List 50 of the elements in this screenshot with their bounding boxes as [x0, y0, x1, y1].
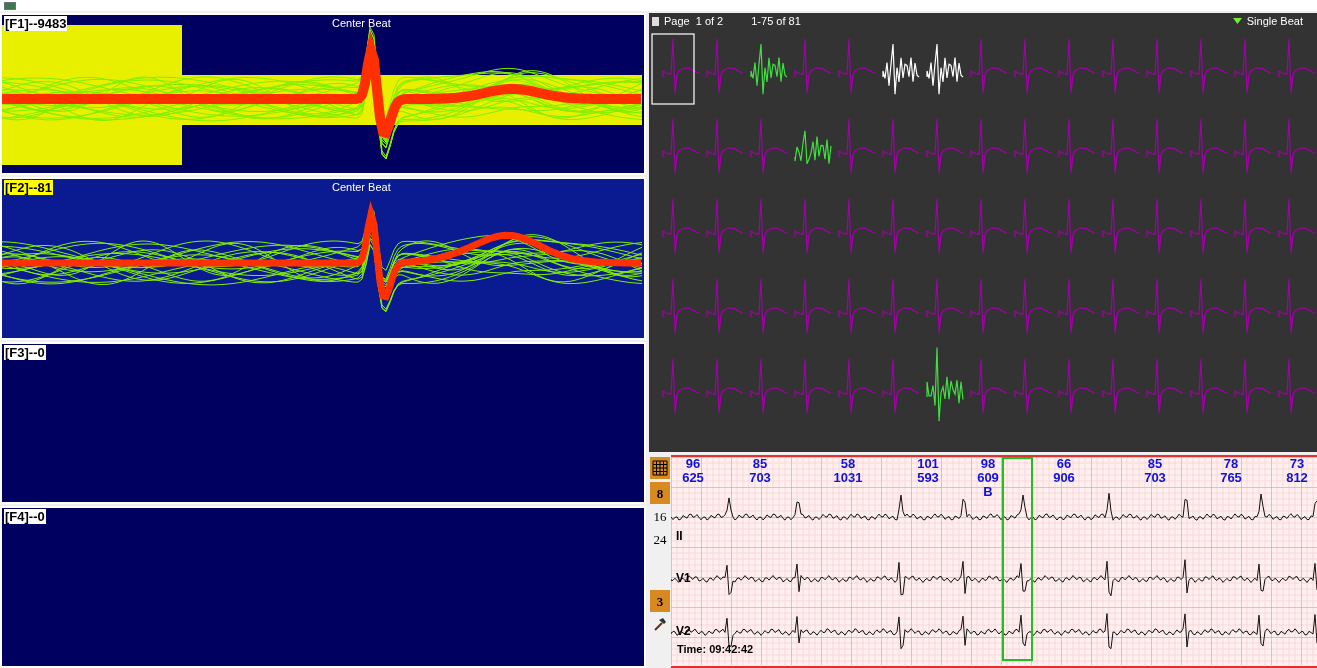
- rr-interval-value: 703: [749, 471, 771, 485]
- beat-range: 1-75 of 81: [751, 13, 801, 29]
- beat-trace[interactable]: [662, 38, 700, 94]
- heart-rate-value: 85: [1147, 457, 1163, 471]
- pane-label: [F4]--0: [4, 508, 46, 524]
- hammer-icon: [653, 617, 667, 631]
- template-pane[interactable]: [F2]--81 Center Beat: [0, 177, 646, 340]
- beat-trace[interactable]: [926, 346, 964, 422]
- heart-rate-value: 98: [980, 457, 996, 471]
- heart-rate-value: 66: [1056, 457, 1072, 471]
- heart-rate-value: 78: [1223, 457, 1239, 471]
- heart-rate-value: 85: [752, 457, 768, 471]
- view-mode-label[interactable]: Single Beat: [1246, 12, 1303, 30]
- beat-type-mark: B: [983, 485, 993, 499]
- dropdown-triangle-icon[interactable]: [1232, 18, 1242, 24]
- page-label: Page: [664, 13, 690, 29]
- pane-label: [F2]--81: [4, 180, 53, 196]
- rr-interval-value: 703: [1144, 471, 1166, 485]
- beat-trace[interactable]: [750, 43, 788, 95]
- rr-interval-value: 593: [917, 471, 939, 485]
- heart-rate-value: 58: [840, 457, 856, 471]
- page-icon: [652, 16, 659, 26]
- scale-button[interactable]: 8: [650, 482, 670, 504]
- rr-interval-value: 906: [1053, 471, 1075, 485]
- template-pane[interactable]: [F4]--0: [0, 505, 646, 668]
- scale-button[interactable]: 16: [650, 505, 670, 527]
- grid-icon: [652, 460, 668, 476]
- rr-interval-value: 609: [977, 471, 999, 485]
- lead-label: II: [676, 530, 683, 543]
- pane-label: [F3]--0: [4, 344, 46, 360]
- heart-rate-value: 73: [1289, 457, 1305, 471]
- grid-toggle-button[interactable]: [650, 457, 670, 479]
- rr-interval-value: 625: [682, 471, 704, 485]
- heart-rate-value: 96: [685, 457, 701, 471]
- pane-title: Center Beat: [332, 181, 391, 194]
- template-pane[interactable]: [F3]--0: [0, 341, 646, 504]
- pane-label: [F1]--9483: [4, 16, 68, 31]
- scale-button[interactable]: 24: [650, 528, 670, 550]
- selection-frame: [651, 33, 695, 105]
- app-icon: [4, 1, 16, 10]
- page-number: 1 of 2: [695, 13, 724, 29]
- rr-interval-value: 765: [1220, 471, 1242, 485]
- scale-button[interactable]: 3: [650, 590, 670, 612]
- time-label: Time: 09:42:42: [677, 643, 754, 655]
- beat-trace[interactable]: [794, 130, 832, 165]
- pane-title: Center Beat: [332, 17, 391, 29]
- rr-interval-value: 1031: [833, 471, 863, 485]
- template-pane[interactable]: [F1]--9483 Center Beat: [0, 13, 646, 176]
- heart-rate-value: 101: [917, 457, 939, 471]
- rr-interval-value: 812: [1286, 471, 1308, 485]
